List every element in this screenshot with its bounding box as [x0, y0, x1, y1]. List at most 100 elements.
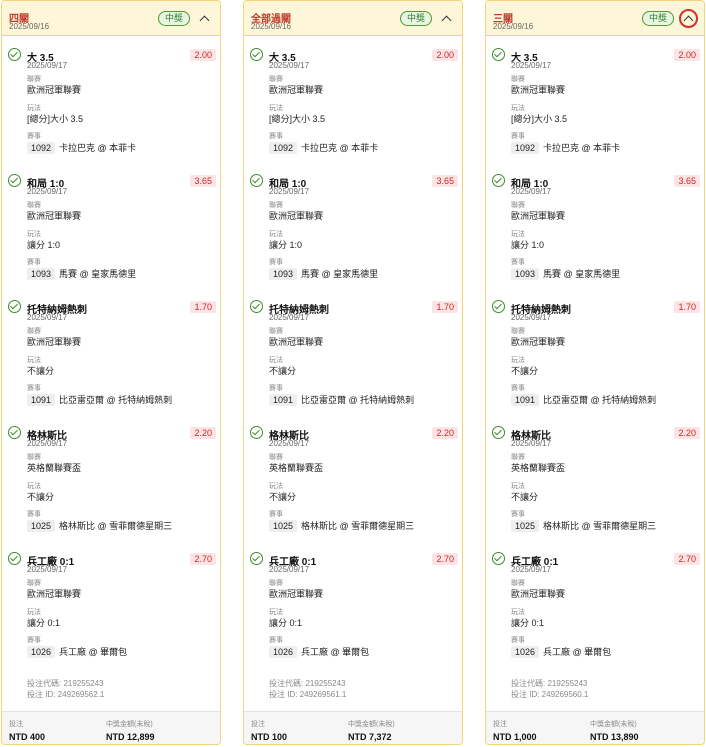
- match-code: 1091: [269, 393, 298, 406]
- bet-date: 2025/09/17: [27, 313, 68, 322]
- check-circle-icon: [8, 300, 21, 313]
- ticket-header[interactable]: 三關 2025/09/16 中獎: [486, 1, 704, 36]
- ticket-ids: 投注代碼: 219255243 投注 ID: 249269561.1: [269, 678, 346, 700]
- match-code: 1091: [511, 393, 540, 406]
- match-name: 卡拉巴克 @ 本菲卡: [543, 143, 621, 153]
- play-value: 讓分 0:1: [27, 618, 61, 628]
- event-value: 1091 比亞雷亞爾 @ 托特納姆熱刺: [511, 393, 656, 406]
- bet-date: 2025/09/17: [27, 61, 68, 70]
- bet-leg: 兵工廠 0:1 2025/09/17 2.70 聯賽 歐洲冠軍聯賽 玩法 讓分 …: [486, 540, 704, 666]
- league-value: 歐洲冠軍聯賽: [511, 85, 566, 95]
- stake-value: NTD 100: [251, 732, 288, 742]
- check-circle-icon: [250, 426, 263, 439]
- bet-leg: 兵工廠 0:1 2025/09/17 2.70 聯賽 歐洲冠軍聯賽 玩法 讓分 …: [2, 540, 220, 666]
- ticket-ids: 投注代碼: 219255243 投注 ID: 249269562.1: [27, 678, 104, 700]
- ticket-date: 2025/09/16: [9, 22, 50, 31]
- win-status-badge: 中獎: [157, 11, 190, 26]
- event-label: 賽事: [511, 133, 525, 140]
- check-circle-icon: [492, 174, 505, 187]
- match-name: 兵工廠 @ 畢爾包: [59, 647, 128, 657]
- event-value: 1091 比亞雷亞爾 @ 托特納姆熱刺: [27, 393, 172, 406]
- play-value: 不讓分: [511, 366, 539, 376]
- collapse-button[interactable]: [437, 9, 456, 28]
- check-circle-icon: [8, 174, 21, 187]
- check-circle-icon: [8, 552, 21, 565]
- play-value: 讓分 0:1: [511, 618, 545, 628]
- match-code: 1025: [27, 519, 56, 532]
- bet-date: 2025/09/17: [511, 187, 552, 196]
- match-name: 馬賽 @ 皇家馬德里: [301, 269, 379, 279]
- chevron-up-icon: [441, 15, 452, 25]
- event-value: 1025 格林斯比 @ 雪菲爾德星期三: [269, 519, 414, 532]
- event-label: 賽事: [27, 511, 41, 518]
- league-value: 歐洲冠軍聯賽: [27, 337, 82, 347]
- collapse-button[interactable]: [195, 9, 214, 28]
- check-circle-icon: [250, 552, 263, 565]
- odds-badge: 3.65: [432, 175, 458, 187]
- ticket-header[interactable]: 四關 2025/09/16 中獎: [2, 1, 220, 36]
- bet-leg: 大 3.5 2025/09/17 2.00 聯賽 歐洲冠軍聯賽 玩法 [總分]大…: [486, 36, 704, 162]
- match-name: 比亞雷亞爾 @ 托特納姆熱刺: [543, 395, 657, 405]
- odds-badge: 3.65: [190, 175, 216, 187]
- event-label: 賽事: [269, 385, 283, 392]
- event-label: 賽事: [511, 385, 525, 392]
- match-code: 1091: [27, 393, 56, 406]
- match-name: 兵工廠 @ 畢爾包: [543, 647, 612, 657]
- play-value: 讓分 0:1: [269, 618, 303, 628]
- play-value: 不讓分: [269, 492, 297, 502]
- play-value: 不讓分: [27, 492, 55, 502]
- match-name: 格林斯比 @ 雪菲爾德星期三: [543, 521, 657, 531]
- payout-value: NTD 12,899: [106, 732, 155, 742]
- league-value: 英格蘭聯賽盃: [511, 463, 566, 473]
- odds-badge: 2.00: [674, 49, 700, 61]
- league-value: 歐洲冠軍聯賽: [27, 589, 82, 599]
- event-label: 賽事: [269, 133, 283, 140]
- play-value: 不讓分: [511, 492, 539, 502]
- event-value: 1025 格林斯比 @ 雪菲爾德星期三: [27, 519, 172, 532]
- match-name: 比亞雷亞爾 @ 托特納姆熱刺: [59, 395, 173, 405]
- event-label: 賽事: [27, 385, 41, 392]
- league-value: 歐洲冠軍聯賽: [27, 85, 82, 95]
- ticket-header[interactable]: 全部過關 2025/09/16 中獎: [244, 1, 462, 36]
- match-code: 1092: [27, 141, 56, 154]
- league-value: 歐洲冠軍聯賽: [269, 211, 324, 221]
- match-code: 1092: [511, 141, 540, 154]
- play-value: [總分]大小 3.5: [511, 114, 568, 124]
- stake-label: 投注: [493, 721, 507, 728]
- play-value: 讓分 1:0: [511, 240, 545, 250]
- ticket-date: 2025/09/16: [493, 22, 534, 31]
- check-circle-icon: [250, 174, 263, 187]
- league-value: 英格蘭聯賽盃: [269, 463, 324, 473]
- chevron-up-icon: [199, 15, 210, 25]
- event-label: 賽事: [27, 259, 41, 266]
- bet-date: 2025/09/17: [269, 313, 310, 322]
- bet-date: 2025/09/17: [269, 61, 310, 70]
- league-value: 歐洲冠軍聯賽: [511, 589, 566, 599]
- match-name: 格林斯比 @ 雪菲爾德星期三: [301, 521, 415, 531]
- payout-value: NTD 7,372: [348, 732, 392, 742]
- odds-badge: 2.00: [432, 49, 458, 61]
- bet-date: 2025/09/17: [27, 187, 68, 196]
- check-circle-icon: [8, 48, 21, 61]
- bet-code: 投注代碼: 219255243: [269, 679, 346, 688]
- bet-date: 2025/09/17: [27, 439, 68, 448]
- bet-id: 投注 ID: 249269562.1: [27, 690, 105, 699]
- bet-date: 2025/09/17: [27, 565, 68, 574]
- event-value: 1026 兵工廠 @ 畢爾包: [511, 645, 611, 658]
- match-name: 馬賽 @ 皇家馬德里: [543, 269, 621, 279]
- match-code: 1026: [27, 645, 56, 658]
- odds-badge: 3.65: [674, 175, 700, 187]
- match-name: 兵工廠 @ 畢爾包: [301, 647, 370, 657]
- bet-leg: 和局 1:0 2025/09/17 3.65 聯賽 歐洲冠軍聯賽 玩法 讓分 1…: [486, 162, 704, 288]
- match-code: 1025: [511, 519, 540, 532]
- odds-badge: 1.70: [190, 301, 216, 313]
- match-code: 1025: [269, 519, 298, 532]
- collapse-button[interactable]: [679, 9, 698, 28]
- match-name: 格林斯比 @ 雪菲爾德星期三: [59, 521, 173, 531]
- bet-id: 投注 ID: 249269560.1: [511, 690, 589, 699]
- payout-label: 中獎金額(未稅): [590, 721, 637, 728]
- match-name: 比亞雷亞爾 @ 托特納姆熱刺: [301, 395, 415, 405]
- odds-badge: 2.70: [674, 553, 700, 565]
- odds-badge: 2.20: [432, 427, 458, 439]
- ticket-date: 2025/09/16: [251, 22, 292, 31]
